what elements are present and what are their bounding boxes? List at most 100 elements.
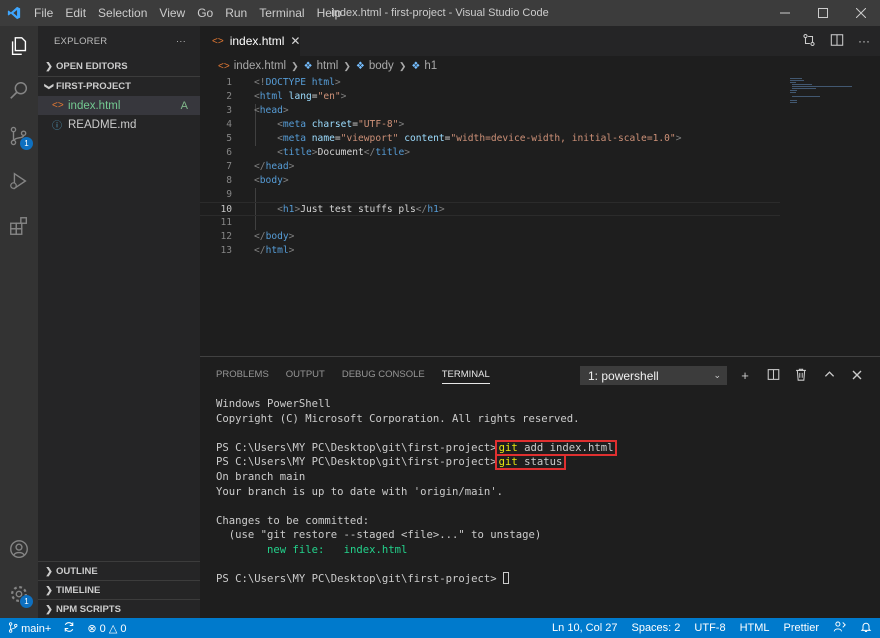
code-line[interactable]: 6 <title>Document</title>	[200, 146, 780, 160]
code-line[interactable]: 10 <h1>Just test stuffs pls</h1>	[200, 202, 780, 216]
terminal-line: Your branch is up to date with 'origin/m…	[216, 485, 504, 498]
element-icon: ❖	[303, 60, 313, 72]
menu-run[interactable]: Run	[219, 0, 253, 26]
menu-edit[interactable]: Edit	[59, 0, 92, 26]
live-share-icon[interactable]	[833, 620, 846, 636]
tab-output[interactable]: OUTPUT	[286, 357, 325, 392]
explorer-sidebar: EXPLORER ··· ❯ OPEN EDITORS ❯ FIRST-PROJ…	[38, 26, 200, 618]
prettier-status[interactable]: Prettier	[784, 622, 819, 634]
line-number: 8	[226, 175, 232, 186]
cursor-position[interactable]: Ln 10, Col 27	[552, 622, 617, 634]
problems-indicator[interactable]: ⊗ 0 △ 0	[87, 622, 126, 635]
bottom-panel: PROBLEMS OUTPUT DEBUG CONSOLE TERMINAL 1…	[200, 356, 880, 618]
line-number: 6	[226, 147, 232, 158]
split-terminal-icon[interactable]	[766, 368, 780, 384]
terminal-cursor	[503, 572, 510, 585]
terminal-line: Copyright (C) Microsoft Corporation. All…	[216, 412, 580, 425]
title-bar: File Edit Selection View Go Run Terminal…	[0, 0, 880, 26]
minimize-icon[interactable]	[766, 0, 804, 26]
open-editors-section[interactable]: ❯ OPEN EDITORS	[38, 56, 200, 76]
maximize-panel-icon[interactable]	[822, 368, 836, 383]
timeline-section[interactable]: ❯ TIMELINE	[38, 580, 200, 599]
line-number: 11	[220, 217, 232, 228]
menu-help[interactable]: Help	[311, 0, 348, 26]
source-control-icon[interactable]: 1	[0, 116, 38, 156]
file-item-index-html[interactable]: <> index.html A	[38, 96, 200, 115]
notifications-bell-icon[interactable]	[860, 621, 872, 636]
status-bar: main+ ⊗ 0 △ 0 Ln 10, Col 27 Spaces: 2 UT…	[0, 618, 880, 638]
indentation[interactable]: Spaces: 2	[631, 622, 680, 634]
tab-index-html[interactable]: <> index.html ✕	[200, 26, 300, 56]
breadcrumb-h1[interactable]: h1	[424, 60, 437, 72]
line-number: 13	[220, 245, 232, 256]
line-number: 2	[226, 91, 232, 102]
code-line[interactable]: 1 <!DOCTYPE html>	[200, 76, 780, 90]
close-panel-icon[interactable]	[850, 368, 864, 383]
trash-icon[interactable]	[794, 368, 808, 384]
maximize-icon[interactable]	[804, 0, 842, 26]
split-editor-icon[interactable]	[830, 33, 844, 50]
close-icon[interactable]	[842, 0, 880, 26]
explorer-title: EXPLORER	[54, 35, 108, 47]
new-terminal-icon[interactable]: +	[738, 368, 752, 383]
chevron-down-icon: ⌄	[713, 370, 721, 380]
line-number: 1	[226, 77, 232, 88]
code-line[interactable]: 7 </head>	[200, 160, 780, 174]
more-actions-icon[interactable]: ···	[176, 36, 186, 47]
branch-indicator[interactable]: main+	[8, 621, 51, 635]
line-number: 10	[220, 204, 232, 215]
outline-section[interactable]: ❯ OUTLINE	[38, 561, 200, 580]
npm-scripts-section[interactable]: ❯ NPM SCRIPTS	[38, 599, 200, 618]
terminal-output[interactable]: Windows PowerShell Copyright (C) Microso…	[216, 397, 618, 587]
code-text: <body>	[254, 175, 289, 186]
account-icon[interactable]	[0, 529, 38, 569]
run-debug-icon[interactable]	[0, 161, 38, 201]
file-item-readme[interactable]: ⓘ README.md	[38, 115, 200, 134]
tab-terminal[interactable]: TERMINAL	[441, 357, 490, 392]
code-text: <h1>Just test stuffs pls</h1>	[277, 204, 445, 215]
terminal-select-value: 1: powershell	[588, 368, 659, 383]
breadcrumb-body[interactable]: body	[369, 60, 394, 72]
search-icon[interactable]	[0, 71, 38, 111]
menu-go[interactable]: Go	[191, 0, 219, 26]
git-command-git: git	[498, 456, 518, 469]
menu-view[interactable]: View	[153, 0, 191, 26]
code-line[interactable]: 3 <head>	[200, 104, 780, 118]
code-line[interactable]: 8 <body>	[200, 174, 780, 188]
encoding[interactable]: UTF-8	[694, 622, 725, 634]
code-line[interactable]: 11	[200, 216, 780, 230]
chevron-down-icon: ❯	[44, 82, 55, 91]
explorer-icon[interactable]	[0, 26, 38, 66]
line-number: 7	[226, 161, 232, 172]
tab-debug-console[interactable]: DEBUG CONSOLE	[342, 357, 425, 392]
project-section[interactable]: ❯ FIRST-PROJECT	[38, 76, 200, 96]
minimap[interactable]	[780, 76, 880, 356]
code-line[interactable]: 12 </body>	[200, 230, 780, 244]
menu-file[interactable]: File	[28, 0, 59, 26]
manage-gear-icon[interactable]: 1	[0, 574, 38, 614]
menu-terminal[interactable]: Terminal	[253, 0, 310, 26]
language-mode[interactable]: HTML	[740, 622, 770, 634]
breadcrumb-file[interactable]: index.html	[234, 60, 286, 72]
menu-selection[interactable]: Selection	[92, 0, 153, 26]
code-line[interactable]: 4 <meta charset="UTF-8">	[200, 118, 780, 132]
code-line[interactable]: 9	[200, 188, 780, 202]
code-line[interactable]: 13 </html>	[200, 244, 780, 258]
extensions-icon[interactable]	[0, 206, 38, 246]
code-text: </head>	[254, 161, 295, 172]
sync-icon[interactable]	[63, 621, 75, 636]
file-name: README.md	[68, 118, 137, 131]
line-number: 4	[226, 119, 232, 130]
code-editor[interactable]: 1 <!DOCTYPE html> 2 <html lang="en"> 3 <head>…	[200, 76, 780, 356]
tab-problems[interactable]: PROBLEMS	[216, 357, 269, 392]
more-actions-icon[interactable]: ···	[858, 34, 870, 48]
breadcrumb-html[interactable]: html	[317, 60, 339, 72]
compare-changes-icon[interactable]	[802, 33, 816, 50]
close-tab-icon[interactable]: ✕	[290, 34, 300, 48]
chevron-right-icon: ❯	[45, 565, 53, 576]
git-add-args: add index.html	[517, 441, 614, 454]
code-line[interactable]: 2 <html lang="en">	[200, 90, 780, 104]
line-number: 3	[226, 105, 232, 116]
terminal-select[interactable]: 1: powershell ⌄	[580, 366, 727, 385]
code-line[interactable]: 5 <meta name="viewport" content="width=d…	[200, 132, 780, 146]
